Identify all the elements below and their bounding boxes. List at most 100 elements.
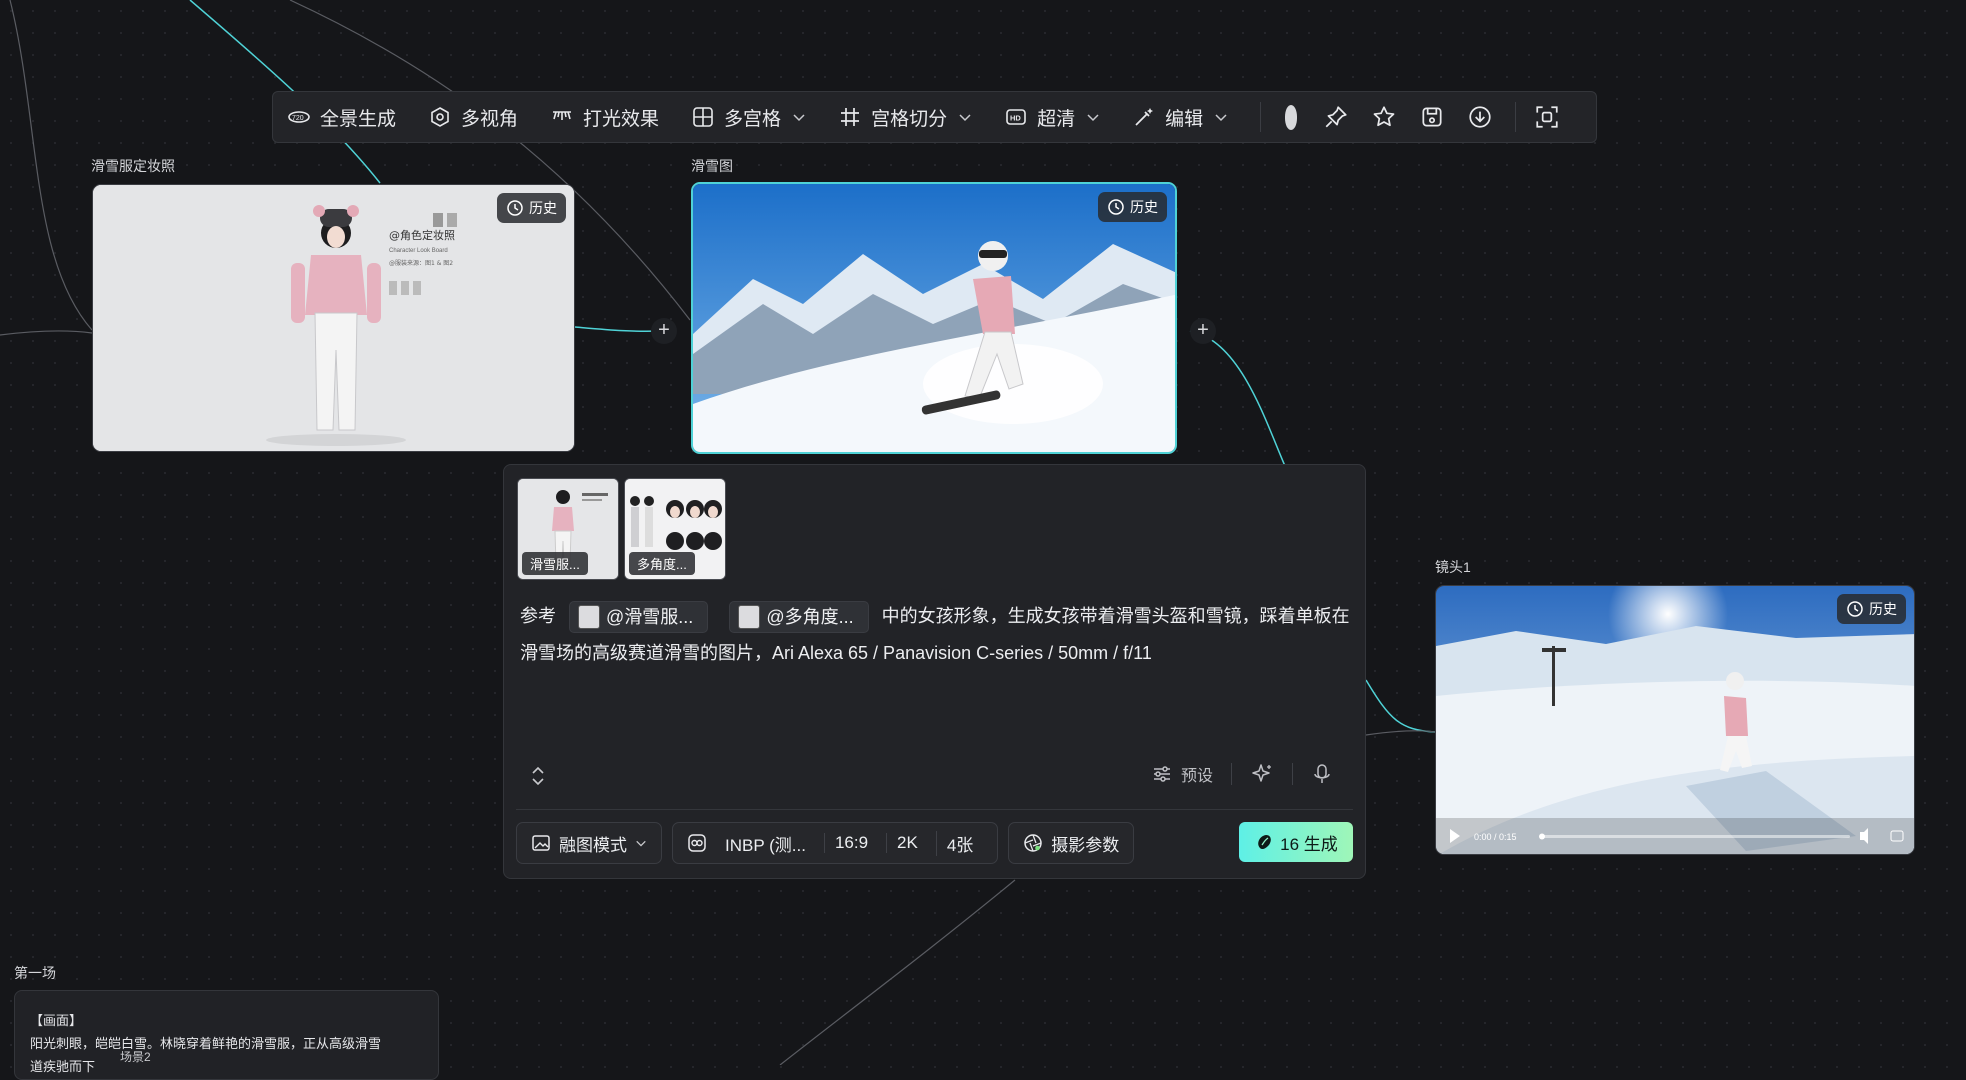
- node-toolbar: 720 全景生成 多视角 打光效果 多宫格 宫格切分 HD 超清 编辑: [272, 91, 1597, 143]
- microphone-icon: [1314, 764, 1330, 783]
- hd-dropdown[interactable]: HD 超清: [1004, 104, 1100, 131]
- reference-chip-outfit[interactable]: @滑雪服...: [569, 601, 709, 634]
- outfit-photo: @角色定妆照 Character Look Board @服装来源：图1 & 图…: [93, 185, 574, 451]
- shot-video-card[interactable]: 0:00 / 0:15 历史: [1435, 585, 1915, 855]
- favorite-button[interactable]: [1371, 99, 1397, 135]
- add-connection-button[interactable]: +: [1190, 318, 1216, 344]
- download-button[interactable]: [1467, 99, 1493, 135]
- prompt-panel: 滑雪服... 多角度... 参考 @滑雪服... @多角度... 中的女孩形象，…: [503, 464, 1366, 879]
- svg-text:Character Look Board: Character Look Board: [389, 248, 448, 254]
- blend-mode-label: 融图模式: [559, 835, 627, 855]
- image-count-label: 4张: [935, 830, 983, 856]
- svg-text:HD: HD: [1010, 114, 1021, 123]
- model-settings-button[interactable]: INBP (测... 16:9 2K 4张: [672, 822, 999, 864]
- chevron-down-icon: [1087, 114, 1099, 122]
- scene-tag: 场景2: [120, 1050, 151, 1064]
- shot-history-button[interactable]: 历史: [1837, 594, 1906, 624]
- chip-thumb: [738, 605, 761, 630]
- shot-video-frame: 0:00 / 0:15: [1436, 586, 1914, 854]
- divider: [1292, 763, 1293, 785]
- multi-grid-dropdown[interactable]: 多宫格: [691, 104, 806, 131]
- multi-view-button[interactable]: 多视角: [428, 104, 518, 131]
- history-icon: [507, 200, 523, 216]
- history-icon: [1108, 199, 1124, 215]
- hd-label: 超清: [1037, 108, 1076, 130]
- svg-text:@服装来源：图1 & 图2: @服装来源：图1 & 图2: [389, 259, 453, 267]
- chip-label: @多角度...: [766, 606, 854, 627]
- aperture-icon: [1024, 834, 1043, 852]
- ski-photo: [693, 184, 1175, 452]
- toolbar-divider: [1515, 102, 1516, 132]
- generate-button[interactable]: 16 生成: [1239, 822, 1353, 862]
- chevron-down-icon: [636, 840, 646, 847]
- lighting-button[interactable]: 打光效果: [550, 104, 659, 131]
- grid-split-dropdown[interactable]: 宫格切分: [838, 104, 972, 131]
- sliders-icon: [1153, 766, 1170, 782]
- divider: [1231, 763, 1232, 785]
- scene-line-2: 道疾驰而下: [30, 1059, 96, 1074]
- prompt-prefix: 参考: [520, 606, 556, 626]
- multi-view-icon: [431, 107, 449, 127]
- edit-label: 编辑: [1165, 108, 1204, 130]
- lighting-icon: [553, 111, 572, 120]
- model-label: INBP (测...: [725, 835, 806, 855]
- pin-icon: [1326, 106, 1348, 128]
- scene-line-1: 阳光刺眼，皑皑白雪。林晓穿着鲜艳的滑雪服，正从高级滑雪: [30, 1036, 382, 1051]
- color-dot[interactable]: [1284, 104, 1298, 130]
- svg-text:720: 720: [292, 115, 304, 122]
- prompt-tools: 预设: [1151, 762, 1333, 786]
- download-icon: [1469, 106, 1492, 128]
- chevron-down-icon: [959, 114, 971, 122]
- pin-button[interactable]: [1323, 99, 1349, 135]
- camera-params-label: 摄影参数: [1051, 835, 1120, 855]
- ski-node-title: 滑雪图: [691, 158, 733, 174]
- history-icon: [1847, 601, 1863, 617]
- scene-node-title: 第一场: [14, 965, 56, 981]
- scene-heading: 【画面】: [30, 1013, 83, 1028]
- edit-dropdown[interactable]: 编辑: [1132, 104, 1228, 131]
- shot-node-title: 镜头1: [1435, 559, 1471, 575]
- resolution-label: 2K: [886, 833, 928, 853]
- enhance-prompt-button[interactable]: [1250, 762, 1274, 786]
- chevron-down-icon: [1215, 114, 1227, 122]
- lighting-label: 打光效果: [583, 108, 660, 130]
- add-connection-button[interactable]: +: [651, 318, 677, 344]
- chip-label: @滑雪服...: [606, 606, 694, 627]
- reference-thumb-multiangle[interactable]: 多角度...: [624, 478, 726, 580]
- expand-toggle[interactable]: [528, 765, 548, 787]
- chevron-down-icon: [793, 114, 805, 122]
- scene-card[interactable]: 【画面】 阳光刺眼，皑皑白雪。林晓穿着鲜艳的滑雪服，正从高级滑雪 道疾驰而下 场…: [14, 990, 439, 1080]
- reference-thumb-outfit[interactable]: 滑雪服...: [517, 478, 619, 580]
- save-button[interactable]: [1419, 99, 1445, 135]
- blend-mode-dropdown[interactable]: 融图模式: [516, 822, 662, 864]
- image-icon: [532, 835, 550, 851]
- hd-icon: HD: [1006, 109, 1026, 125]
- outfit-history-button[interactable]: 历史: [497, 193, 566, 223]
- svg-text:@角色定妆照: @角色定妆照: [389, 228, 455, 242]
- panorama-label: 全景生成: [320, 108, 397, 130]
- panorama-button[interactable]: 720 全景生成: [287, 104, 396, 131]
- chip-thumb: [578, 605, 601, 630]
- preset-button[interactable]: 预设: [1151, 762, 1213, 786]
- generate-label: 16 生成: [1280, 834, 1338, 854]
- voice-input-button[interactable]: [1311, 762, 1333, 786]
- prompt-text[interactable]: 参考 @滑雪服... @多角度... 中的女孩形象，生成女孩带着滑雪头盔和雪镜，…: [520, 598, 1350, 672]
- bean-icon: [1258, 835, 1271, 850]
- fullscreen-icon: [1536, 106, 1558, 128]
- reference-chip-multiangle[interactable]: @多角度...: [729, 601, 869, 634]
- outfit-image-card[interactable]: @角色定妆照 Character Look Board @服装来源：图1 & 图…: [92, 184, 575, 452]
- ski-image-card[interactable]: 历史: [691, 182, 1177, 454]
- history-label: 历史: [529, 200, 557, 216]
- sparkle-icon: [1252, 764, 1271, 782]
- generation-options: 融图模式 INBP (测... 16:9 2K 4张 摄影参数: [516, 822, 1144, 864]
- fullscreen-button[interactable]: [1534, 99, 1560, 135]
- outfit-node-title: 滑雪服定妆照: [91, 158, 175, 174]
- multi-grid-label: 多宫格: [724, 108, 782, 130]
- history-label: 历史: [1130, 199, 1158, 215]
- ski-history-button[interactable]: 历史: [1098, 192, 1167, 222]
- preset-label: 预设: [1180, 768, 1213, 785]
- video-time: 0:00 / 0:15: [1474, 832, 1517, 842]
- star-icon: [1374, 106, 1395, 127]
- camera-params-button[interactable]: 摄影参数: [1008, 822, 1135, 864]
- grid-icon: [693, 107, 713, 127]
